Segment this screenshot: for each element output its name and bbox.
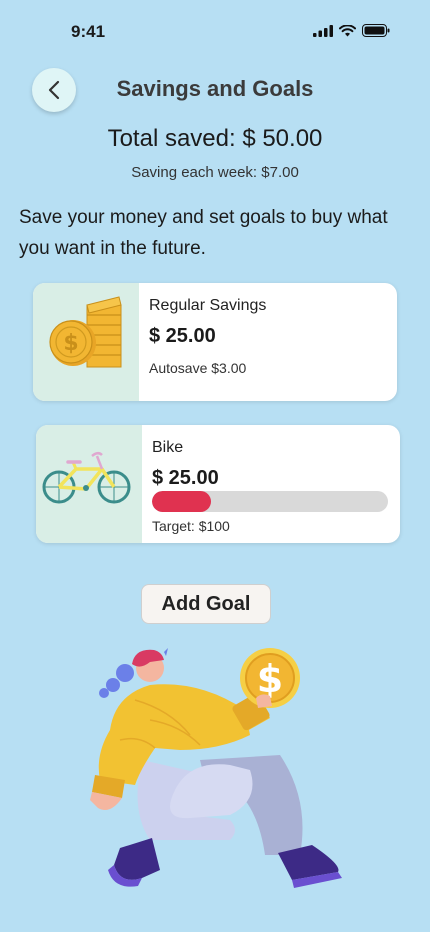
status-bar: 9:41 [0,0,430,60]
coin-stack-icon: $ [49,296,122,368]
status-icons [313,24,390,37]
wifi-icon [339,24,356,36]
svg-text:$: $ [257,657,283,701]
bike-progress-fill [152,491,211,512]
add-goal-button[interactable]: Add Goal [141,584,271,624]
bike-goal-amount: $ 25.00 [152,467,219,489]
intro-text: Save your money and set goals to buy wha… [19,207,388,259]
bike-progress-bar [152,491,388,512]
svg-text:$: $ [63,331,78,356]
bike-goal-card[interactable]: Bike $ 25.00 Target: $100 [36,425,400,543]
status-time: 9:41 [71,22,106,41]
bike-goal-target: Target: $100 [152,518,230,534]
bike-thumbnail [36,425,142,543]
person-with-coin-illustration: $ [90,648,342,888]
page-title: Savings and Goals [116,76,314,101]
cellular-signal-icon [313,24,333,37]
regular-savings-title: Regular Savings [149,297,267,314]
bicycle-icon [42,452,131,504]
bike-goal-title: Bike [152,439,184,456]
regular-savings-card[interactable]: $ Regular Savings $ 25.00 Autosave $3.00 [33,283,397,401]
autosave-amount: Autosave $3.00 [149,360,247,376]
battery-icon [362,24,390,37]
weekly-saving: Saving each week: $7.00 [131,164,299,181]
regular-savings-amount: $ 25.00 [149,325,216,347]
coins-thumbnail: $ [33,283,139,401]
total-saved: Total saved: $ 50.00 [107,125,323,152]
